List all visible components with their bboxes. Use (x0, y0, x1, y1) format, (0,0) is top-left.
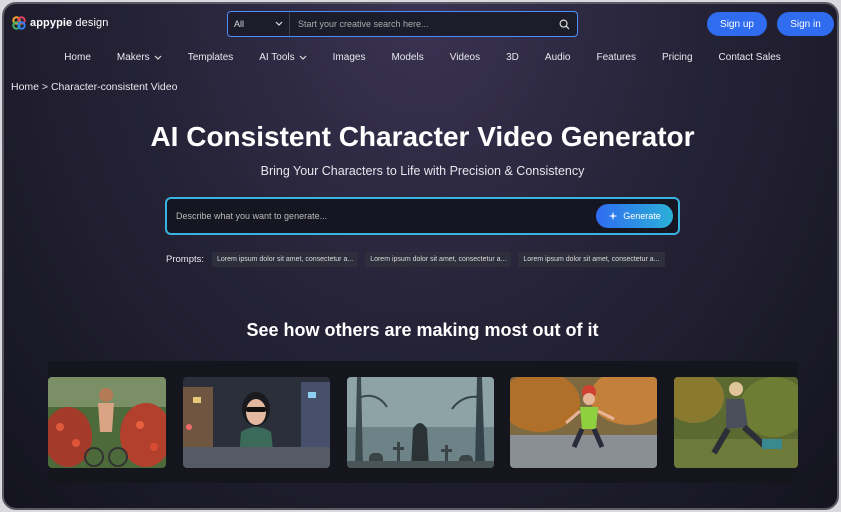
page-title: AI Consistent Character Video Generator (150, 121, 695, 152)
nav-item-features[interactable]: Features (583, 52, 648, 63)
prompt-box: Generate (165, 197, 680, 235)
logo-text: appypie design (30, 17, 109, 29)
generate-label: Generate (623, 211, 661, 221)
prompt-suggestions: Prompts: Lorem ipsum dolor sit amet, con… (166, 252, 665, 267)
nav-item-videos[interactable]: Videos (437, 52, 493, 63)
sparkle-icon (608, 211, 618, 221)
search-bar: All (227, 11, 578, 37)
child-skating-image[interactable] (510, 377, 657, 468)
nav-item-pricing[interactable]: Pricing (649, 52, 706, 63)
prompt-chip[interactable]: Lorem ipsum dolor sit amet, consectetur … (518, 252, 665, 267)
prompt-chip[interactable]: Lorem ipsum dolor sit amet, consectetur … (365, 252, 512, 267)
search-category-value: All (234, 19, 245, 29)
girl-running-image[interactable] (674, 377, 798, 468)
nav-item-images[interactable]: Images (320, 52, 379, 63)
chevron-down-icon (154, 55, 162, 60)
logo[interactable]: appypie design (12, 16, 108, 30)
page-frame: appypie design All Sign up Sign in Home … (2, 2, 839, 510)
prompt-input[interactable] (176, 211, 596, 221)
nav-item-contact-sales[interactable]: Contact Sales (706, 52, 794, 63)
signin-button[interactable]: Sign in (777, 12, 834, 36)
prompt-chip[interactable]: Lorem ipsum dolor sit amet, consectetur … (212, 252, 359, 267)
page-subtitle: Bring Your Characters to Life with Preci… (260, 164, 585, 178)
nav-item-ai-tools[interactable]: AI Tools (246, 52, 319, 63)
nav-item-home[interactable]: Home (51, 52, 104, 63)
generate-button[interactable]: Generate (596, 204, 673, 228)
nav-item-models[interactable]: Models (378, 52, 436, 63)
woman-in-sunglasses-image[interactable] (183, 377, 330, 468)
search-button[interactable] (551, 12, 577, 36)
chevron-down-icon (275, 21, 283, 26)
signup-button[interactable]: Sign up (707, 12, 767, 36)
prompts-label: Prompts: (166, 254, 205, 265)
girl-on-bicycle-image[interactable] (48, 377, 166, 468)
graveyard-image[interactable] (347, 377, 494, 468)
nav-item-templates[interactable]: Templates (175, 52, 247, 63)
nav-item-3d[interactable]: 3D (493, 52, 532, 63)
nav-item-audio[interactable]: Audio (532, 52, 584, 63)
section-title: See how others are making most out of it (246, 320, 599, 340)
chevron-down-icon (299, 55, 307, 60)
appypie-logo-icon (12, 16, 26, 30)
breadcrumb[interactable]: Home > Character-consistent Video (11, 81, 177, 93)
nav-item-makers[interactable]: Makers (104, 52, 175, 63)
search-category-select[interactable]: All (228, 12, 290, 36)
main-nav: Home Makers Templates AI Tools Images Mo… (4, 52, 837, 63)
search-input[interactable] (290, 19, 551, 29)
search-icon (559, 19, 570, 30)
